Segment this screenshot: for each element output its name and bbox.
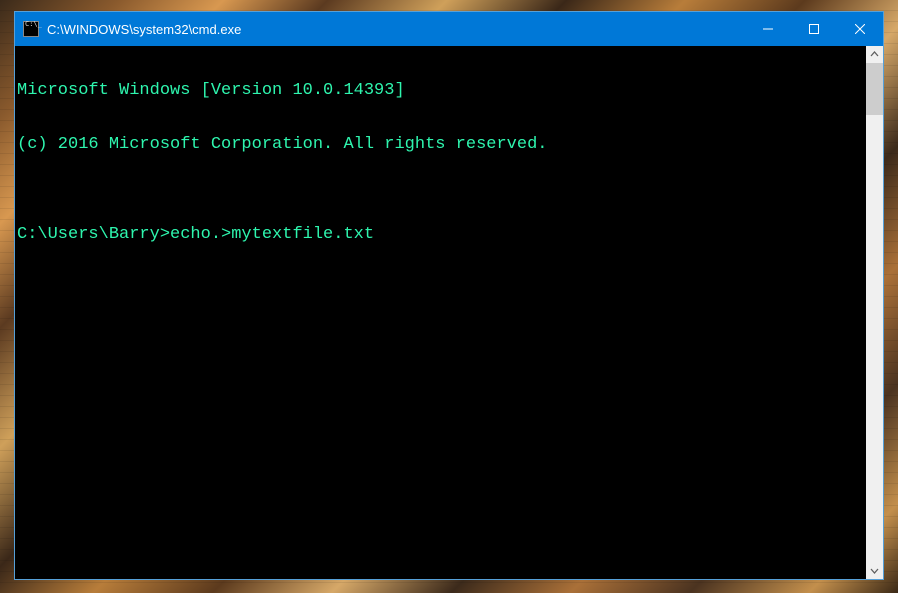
minimize-icon: [763, 24, 773, 34]
console-line: (c) 2016 Microsoft Corporation. All righ…: [17, 136, 864, 154]
minimize-button[interactable]: [745, 12, 791, 46]
scroll-thumb[interactable]: [866, 63, 883, 115]
client-area: Microsoft Windows [Version 10.0.14393] (…: [15, 46, 883, 579]
chevron-up-icon: [870, 50, 879, 59]
cmd-window: C:\WINDOWS\system32\cmd.exe Microsoft Wi…: [14, 11, 884, 580]
scroll-up-button[interactable]: [866, 46, 883, 63]
cmd-icon: [23, 21, 39, 37]
console-line: Microsoft Windows [Version 10.0.14393]: [17, 82, 864, 100]
scroll-track[interactable]: [866, 63, 883, 562]
window-title: C:\WINDOWS\system32\cmd.exe: [47, 22, 745, 37]
close-icon: [855, 24, 865, 34]
maximize-icon: [809, 24, 819, 34]
desktop-wallpaper: C:\WINDOWS\system32\cmd.exe Microsoft Wi…: [0, 0, 898, 593]
close-button[interactable]: [837, 12, 883, 46]
titlebar[interactable]: C:\WINDOWS\system32\cmd.exe: [15, 12, 883, 46]
console-output[interactable]: Microsoft Windows [Version 10.0.14393] (…: [15, 46, 866, 579]
scroll-down-button[interactable]: [866, 562, 883, 579]
maximize-button[interactable]: [791, 12, 837, 46]
console-line: C:\Users\Barry>echo.>mytextfile.txt: [17, 226, 864, 244]
window-controls: [745, 12, 883, 46]
vertical-scrollbar[interactable]: [866, 46, 883, 579]
chevron-down-icon: [870, 566, 879, 575]
